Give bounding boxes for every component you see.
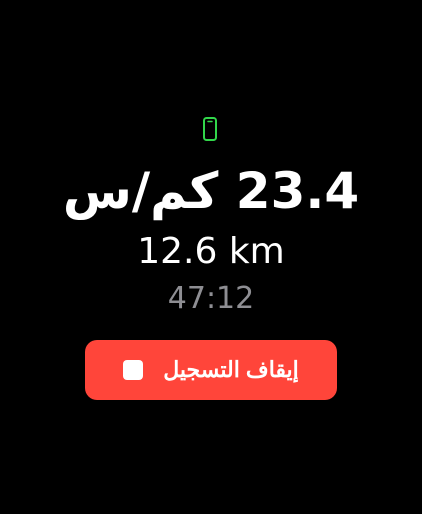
speed-value: 23.4 كم/س [62, 162, 360, 220]
phone-icon [203, 117, 217, 141]
elapsed-time: 47:12 [167, 281, 255, 316]
stop-recording-label: إيقاف التسجيل [163, 357, 299, 382]
distance-value: 12.6 km [137, 231, 285, 272]
stop-square-icon [123, 360, 144, 380]
stop-recording-button[interactable]: إيقاف التسجيل [85, 340, 337, 400]
